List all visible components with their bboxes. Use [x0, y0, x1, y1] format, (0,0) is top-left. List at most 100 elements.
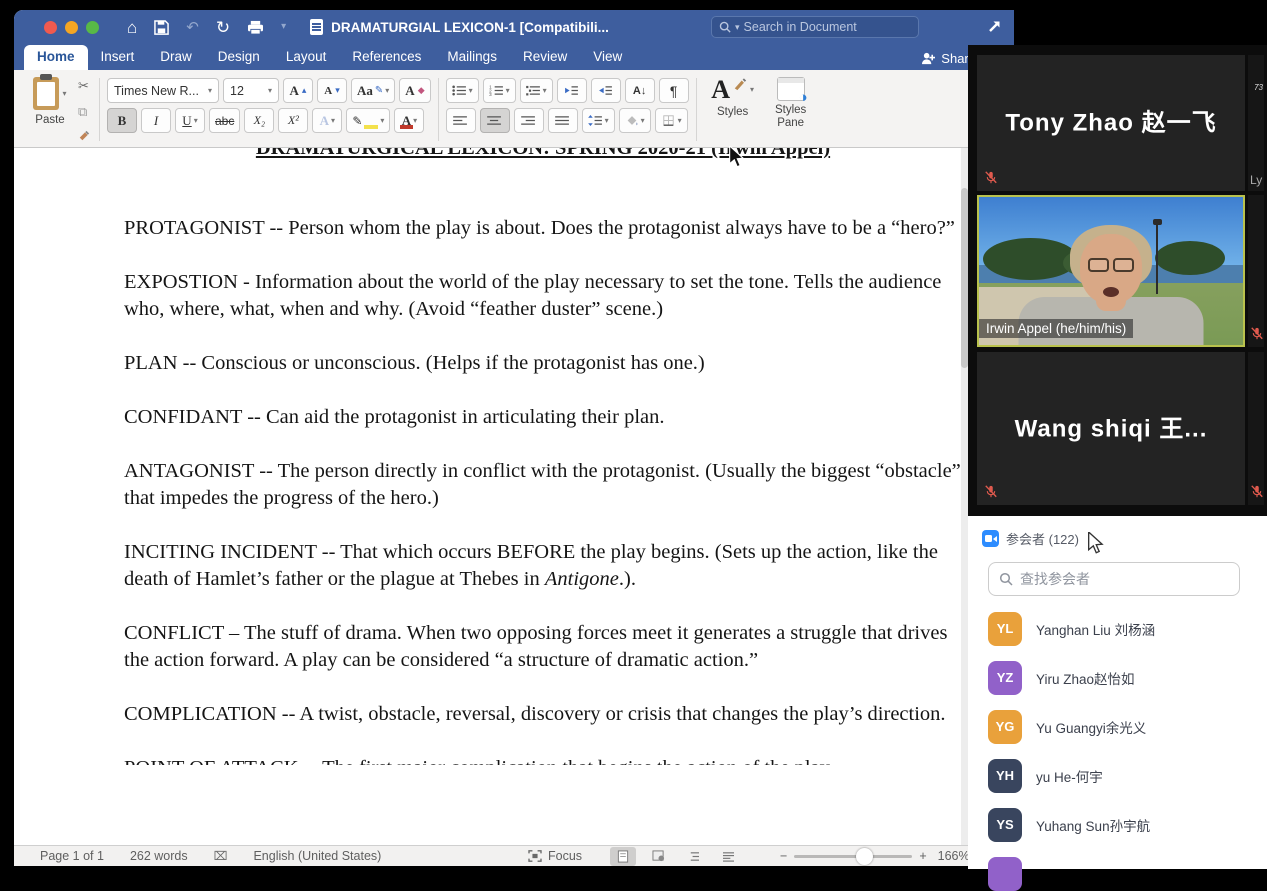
numbering-button[interactable]: 123 ▾ — [482, 78, 516, 103]
paint-bucket-icon — [627, 116, 638, 126]
page-indicator[interactable]: Page 1 of 1 — [40, 849, 104, 863]
tab-mailings[interactable]: Mailings — [434, 45, 510, 70]
participant-search-input[interactable]: 查找参会者 — [988, 562, 1240, 596]
scrollbar-thumb[interactable] — [961, 188, 968, 368]
fullscreen-button[interactable] — [86, 20, 99, 34]
zoom-in-button[interactable]: + — [919, 849, 926, 863]
print-layout-view-button[interactable] — [610, 846, 636, 866]
doc-paragraph: EXPOSTION - Information about the world … — [124, 271, 942, 320]
tab-references[interactable]: References — [339, 45, 434, 70]
grow-font-button[interactable]: A — [283, 78, 313, 103]
superscript-button[interactable]: X² — [278, 108, 309, 133]
proofing-icon[interactable]: ⌧ — [214, 849, 228, 863]
underline-button[interactable]: U ▾ — [175, 108, 205, 133]
tab-draw[interactable]: Draw — [147, 45, 205, 70]
tab-layout[interactable]: Layout — [273, 45, 340, 70]
video-tile-partial[interactable]: 73 Ly — [1248, 55, 1264, 191]
justify-button[interactable] — [547, 108, 578, 133]
bullets-button[interactable]: ▾ — [445, 78, 479, 103]
font-size-value: 12 — [230, 83, 244, 98]
customize-toolbar-caret[interactable]: ▾ — [281, 22, 286, 32]
increase-indent-button[interactable] — [590, 78, 621, 103]
font-size-combo[interactable]: 12 ▾ — [223, 78, 279, 103]
show-paragraph-marks-button[interactable]: ¶ — [658, 78, 689, 103]
tab-view[interactable]: View — [580, 45, 635, 70]
close-button[interactable] — [44, 20, 57, 34]
minimize-button[interactable] — [65, 20, 78, 34]
zoom-out-button[interactable]: − — [780, 849, 787, 863]
multilevel-list-button[interactable]: ▾ — [519, 78, 553, 103]
participants-count: 参会者 (122) — [1006, 532, 1079, 547]
participant-name: Yuhang Sun孙宇航 — [1036, 818, 1151, 834]
participant-row[interactable]: YH yu He-何宇 — [968, 751, 1267, 800]
video-tile-wang-shiqi[interactable]: Wang shiqi 王... — [977, 352, 1245, 505]
draft-view-button[interactable] — [715, 847, 741, 866]
shrink-font-button[interactable]: A — [317, 78, 347, 103]
zoom-slider-thumb[interactable] — [856, 847, 874, 865]
change-case-button[interactable]: Aa ✎ ▾ — [351, 78, 396, 103]
format-painter-icon[interactable] — [78, 128, 92, 142]
align-center-button[interactable] — [479, 108, 510, 133]
line-spacing-button[interactable]: ▾ — [581, 108, 615, 133]
participant-search-placeholder: 查找参会者 — [1020, 571, 1090, 587]
participant-row[interactable]: YZ Yiru Zhao赵怡如 — [968, 653, 1267, 702]
paste-button[interactable]: ▾ — [33, 74, 67, 110]
participant-avatar: YH — [988, 758, 1022, 793]
zoom-percent[interactable]: 166% — [938, 849, 970, 863]
outline-view-button[interactable] — [680, 847, 706, 866]
video-tile-partial[interactable] — [1248, 352, 1264, 505]
search-in-document[interactable]: ▾ Search in Document — [711, 16, 919, 38]
participant-row[interactable]: YG Yu Guangyi余光义 — [968, 702, 1267, 751]
participant-row[interactable]: YS Yuhang Sun孙宇航 — [968, 800, 1267, 849]
borders-button[interactable]: ▾ — [654, 108, 688, 133]
participant-avatar: YG — [988, 709, 1022, 744]
save-icon[interactable] — [154, 19, 170, 35]
italic-button[interactable]: I — [141, 108, 171, 133]
text-effects-button[interactable]: A ▾ — [312, 108, 343, 133]
language-indicator[interactable]: English (United States) — [253, 849, 381, 863]
styles-pane-icon — [776, 77, 808, 106]
clear-formatting-button[interactable]: A — [399, 78, 431, 103]
redo-icon[interactable]: ↻ — [216, 19, 230, 36]
subscript-button[interactable]: X₂ — [244, 108, 275, 133]
video-tile-tony-zhao[interactable]: Tony Zhao 赵一飞 — [977, 55, 1245, 191]
zoom-slider[interactable] — [794, 847, 913, 865]
web-layout-view-button[interactable] — [645, 847, 671, 866]
document-content[interactable]: DRAMATURGICAL LEXICON: SPRING 2020-21 (I… — [14, 148, 1014, 765]
strikethrough-button[interactable]: abc — [209, 108, 241, 133]
paste-clipboard-icon — [33, 74, 60, 110]
paste-caret[interactable]: ▾ — [62, 89, 66, 98]
tab-review[interactable]: Review — [510, 45, 580, 70]
styles-button[interactable]: A ▾ Styles — [704, 75, 762, 144]
sort-button[interactable]: A↓ — [624, 78, 655, 103]
tab-home[interactable]: Home — [24, 45, 88, 70]
bold-button[interactable]: B — [107, 108, 137, 133]
align-left-button[interactable] — [445, 108, 476, 133]
document-scrollbar[interactable] — [961, 148, 968, 845]
styles-pane-button[interactable]: Styles Pane — [762, 75, 820, 144]
highlight-button[interactable]: ✎ ▾ — [346, 108, 391, 133]
shading-button[interactable]: ▾ — [618, 108, 651, 133]
undo-icon[interactable]: ↶ — [186, 20, 199, 35]
align-right-button[interactable] — [513, 108, 544, 133]
tab-design[interactable]: Design — [205, 45, 273, 70]
document-canvas[interactable]: DRAMATURGICAL LEXICON: SPRING 2020-21 (I… — [14, 148, 1014, 845]
font-name-combo[interactable]: Times New R... ▾ — [107, 78, 219, 103]
font-color-button[interactable]: A ▾ — [394, 108, 425, 133]
screen-share-arrow-icon[interactable] — [982, 13, 1008, 39]
copy-icon[interactable]: ⧉ — [78, 103, 92, 122]
doc-paragraphs: PROTAGONIST -- Person whom the play is a… — [124, 215, 962, 728]
video-tile-irwin-appel[interactable]: Irwin Appel (he/him/his) — [977, 195, 1245, 347]
home-icon[interactable]: ⌂ — [127, 19, 137, 36]
focus-label[interactable]: Focus — [548, 849, 582, 863]
participant-row[interactable]: YL Yanghan Liu 刘杨涵 — [968, 604, 1267, 653]
cut-icon[interactable]: ✂ — [78, 77, 92, 96]
word-count[interactable]: 262 words — [130, 849, 188, 863]
search-scope-caret[interactable]: ▾ — [735, 22, 740, 33]
decrease-indent-button[interactable] — [556, 78, 587, 103]
doc-paragraph: INCITING INCIDENT -- That which occurs B… — [124, 541, 938, 590]
doc-paragraph: COMPLICATION -- A twist, obstacle, rever… — [124, 703, 946, 725]
tab-insert[interactable]: Insert — [88, 45, 148, 70]
video-tile-partial[interactable] — [1248, 195, 1264, 347]
print-icon[interactable] — [247, 20, 264, 35]
